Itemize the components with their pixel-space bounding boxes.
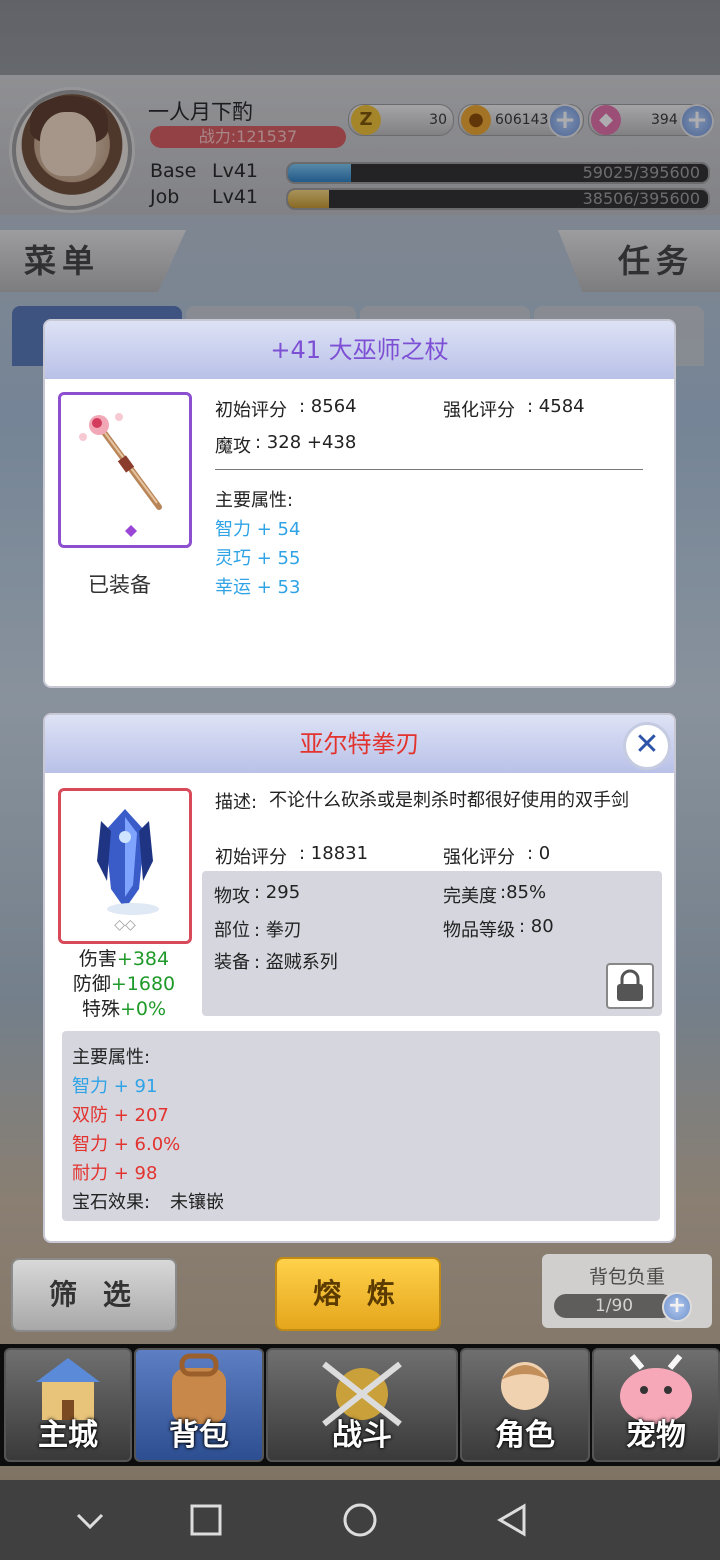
nav-bag[interactable]: 背包 [134,1348,264,1462]
item-description: 不论什么砍杀或是刺杀时都很好使用的双手剑 [269,790,629,811]
init-score-value: : 8564 [299,396,357,417]
attr-line: 智力 + 6.0% [72,1134,181,1155]
diff-value: +0% [119,998,167,1020]
slot-value: : 拳刃 [254,920,302,941]
phys-attack-label: 物攻 [214,886,250,907]
gem-effect-value: 未镶嵌 [170,1192,224,1213]
desc-label: 描述: [215,792,258,813]
expand-bag-button[interactable]: + [662,1292,692,1322]
filter-button[interactable]: 筛 选 [11,1258,177,1332]
diff-row: 伤害+384 [65,947,183,972]
bag-weight-panel: 背包负重 1/90 + [542,1254,712,1328]
main-attrs-box: 主要属性: 智力 + 91 双防 + 207 智力 + 6.0% 耐力 + 98… [62,1031,660,1221]
enh-score-label: 强化评分 [443,847,515,868]
init-score-label: 初始评分 [215,847,287,868]
attr-line: 幸运 + 53 [215,577,301,598]
nav-battle[interactable]: 战斗 [266,1348,458,1462]
item-level-value: : 80 [519,916,554,937]
nav-label: 战斗 [332,1418,392,1453]
compare-item-title: 亚尔特拳刃 [45,715,674,773]
equipped-item-title: +41 大巫师之杖 [45,321,674,379]
equipped-item-panel: +41 大巫师之杖 已装备 初始评分 : 8564 强化评分 : 4584 魔攻… [45,321,674,686]
nav-label: 宠物 [626,1418,686,1453]
equipped-status: 已装备 [88,573,151,597]
system-nav-bar [0,1480,720,1560]
gem-effect-label: 宝石效果: [72,1192,151,1213]
attr-line: 智力 + 54 [215,519,301,540]
enh-score-value: : 4584 [527,396,585,417]
diff-label: 防御 [72,973,111,995]
attr-line: 耐力 + 98 [72,1163,158,1184]
attr-line: 灵巧 + 55 [215,548,301,569]
nav-label: 主城 [38,1418,98,1453]
attr-line: 双防 + 207 [72,1105,169,1126]
diff-value: +384 [116,948,170,970]
gem-slots: ◇◇ [114,917,136,933]
diff-value: +1680 [110,973,176,995]
perfection-value: :85% [500,882,547,903]
equipped-item-icon [58,392,192,548]
attr-line: 智力 + 91 [72,1076,158,1097]
init-score-value: : 18831 [299,843,369,864]
chevron-down-icon[interactable] [74,1504,106,1536]
nav-label: 背包 [169,1418,229,1453]
diff-row: 防御+1680 [65,972,183,997]
phys-attack-value: : 295 [254,882,301,903]
init-score-label: 初始评分 [215,400,287,421]
enh-score-label: 强化评分 [443,400,515,421]
recents-icon[interactable] [188,1502,224,1538]
stat-diffs: 伤害+384 防御+1680 特殊+0% [65,947,183,1022]
home-icon[interactable] [342,1502,378,1538]
bag-weight-value: 1/90 [554,1294,674,1318]
nav-character[interactable]: 角色 [460,1348,590,1462]
slot-label: 部位 [214,920,250,941]
equip-class-label: 装备 [214,952,250,973]
nav-label: 角色 [495,1418,555,1453]
nav-pet[interactable]: 宠物 [592,1348,720,1462]
smelt-button[interactable]: 熔 炼 [275,1257,441,1331]
diff-label: 特殊 [81,998,120,1020]
diff-row: 特殊+0% [65,997,183,1022]
equip-class-value: : 盗贼系列 [254,952,338,973]
main-attrs-label: 主要属性: [72,1047,151,1068]
divider [215,469,643,470]
magic-attack-label: 魔攻 [215,436,251,457]
close-icon[interactable]: ✕ [623,722,671,770]
lock-icon [617,969,643,1001]
magic-attack-value: : 328 +438 [255,432,357,453]
stats-box: 物攻 : 295 完美度 :85% 部位 : 拳刃 物品等级 : 80 装备 :… [202,871,662,1016]
enh-score-value: : 0 [527,843,551,864]
compare-item-panel: 亚尔特拳刃 ✕ ◇◇ 伤害+384 防御+1680 特殊+0% 描述: 不论什么… [45,715,674,1241]
diff-label: 伤害 [78,948,117,970]
lock-button[interactable] [606,963,654,1009]
main-attrs-label: 主要属性: [215,490,294,511]
staff-icon [79,413,162,537]
back-icon[interactable] [494,1502,530,1538]
item-level-label: 物品等级 [443,920,515,941]
perfection-label: 完美度 [443,886,497,907]
compare-item-icon: ◇◇ [58,788,192,944]
bag-weight-label: 背包负重 [588,1266,665,1288]
nav-main-city[interactable]: 主城 [4,1348,132,1462]
